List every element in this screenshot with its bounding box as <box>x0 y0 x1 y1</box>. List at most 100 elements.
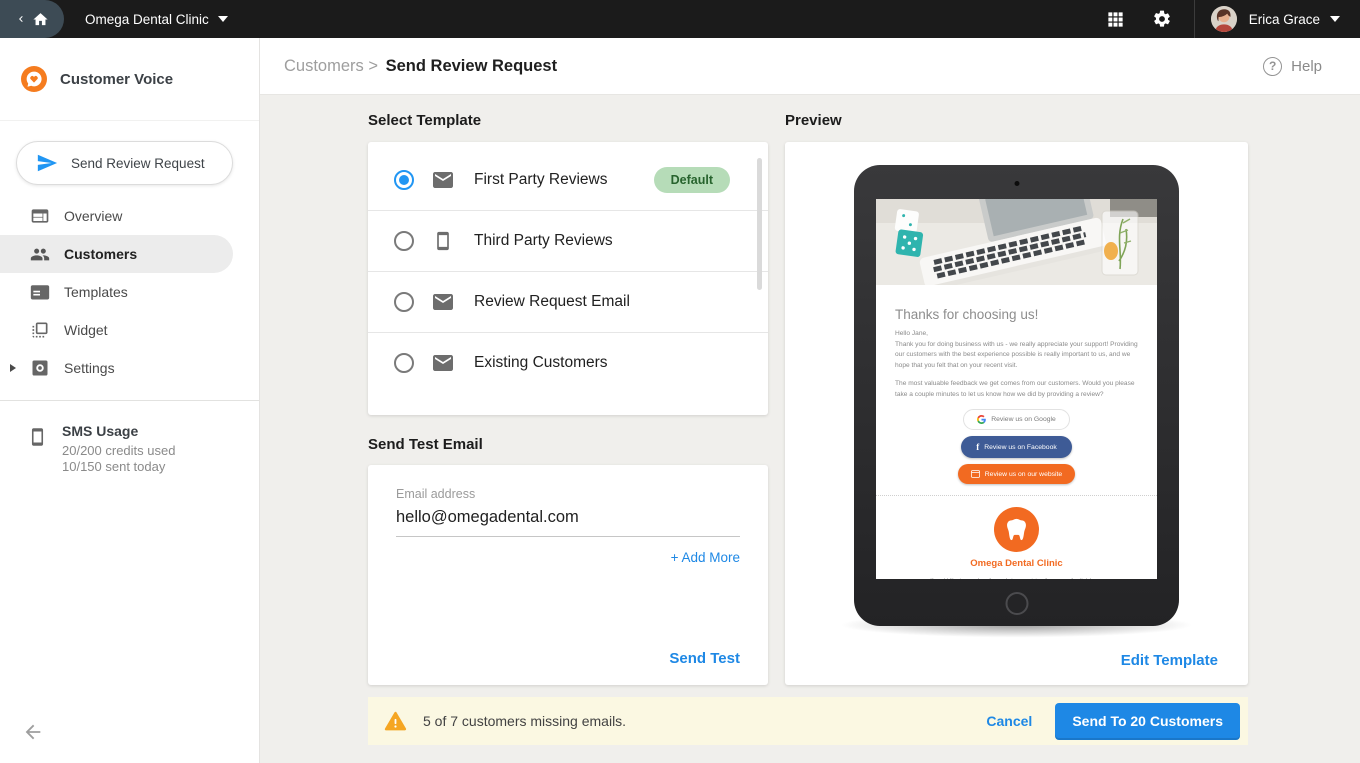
email-paragraph-1: Thank you for doing business with us - w… <box>895 340 1138 369</box>
preview-title: Preview <box>785 112 842 129</box>
send-test-email-title: Send Test Email <box>368 436 483 453</box>
home-icon <box>32 11 49 28</box>
sidebar-item-label: Overview <box>64 208 123 224</box>
collapse-sidebar-button[interactable] <box>22 721 44 748</box>
product-header: Customer Voice <box>0 38 259 121</box>
template-option-existing-customers[interactable]: Existing Customers <box>368 332 768 393</box>
sidebar-item-templates[interactable]: Templates <box>0 273 259 311</box>
home-button[interactable] <box>0 0 64 38</box>
default-badge: Default <box>653 166 730 193</box>
apps-grid-icon[interactable] <box>1106 10 1125 29</box>
facebook-icon: f <box>976 442 980 453</box>
review-google-button[interactable]: Review us on Google <box>963 409 1070 431</box>
tablet-home-button <box>1005 592 1028 615</box>
sidebar-item-overview[interactable]: Overview <box>0 197 259 235</box>
email-divider <box>876 495 1157 497</box>
top-bar: Omega Dental Clinic Erica Grace <box>0 0 1360 38</box>
sms-credits-used: 20/200 credits used <box>62 443 176 458</box>
warning-icon <box>383 710 408 733</box>
templates-icon <box>30 282 50 302</box>
sidebar-item-widget[interactable]: Widget <box>0 311 259 349</box>
review-website-button[interactable]: Review us on our website <box>957 464 1076 485</box>
test-email-input[interactable] <box>396 501 740 537</box>
cancel-button[interactable]: Cancel <box>986 713 1032 729</box>
browser-window-icon <box>970 470 980 479</box>
radio-selected[interactable] <box>394 169 414 190</box>
radio-unselected[interactable] <box>394 353 414 373</box>
send-test-button[interactable]: Send Test <box>669 650 740 667</box>
sidebar-item-customers[interactable]: Customers <box>0 235 233 273</box>
main-area: Customers > Send Review Request ? Help S… <box>260 38 1360 763</box>
chevron-down-icon <box>217 16 228 22</box>
product-name: Customer Voice <box>60 70 174 88</box>
email-preview-screen: Thanks for choosing us! Hello Jane, Than… <box>876 199 1157 579</box>
send-review-request-label: Send Review Request <box>71 155 205 171</box>
topbar-divider <box>1193 0 1195 38</box>
scrollbar-thumb[interactable] <box>757 158 762 290</box>
sidebar-menu: Overview Customers Templates Widget Sett… <box>0 197 259 387</box>
help-icon: ? <box>1263 56 1283 76</box>
review-facebook-button[interactable]: f Review us on Facebook <box>961 436 1072 459</box>
sidebar: Customer Voice Send Review Request Overv… <box>0 38 260 763</box>
breadcrumb-parent[interactable]: Customers <box>284 57 364 75</box>
radio-unselected[interactable] <box>394 292 414 312</box>
template-option-label: Third Party Reviews <box>474 232 613 249</box>
email-icon <box>431 290 455 314</box>
sidebar-item-settings[interactable]: Settings <box>0 349 259 387</box>
review-google-label: Review us on Google <box>991 416 1056 424</box>
send-icon <box>36 152 58 174</box>
expand-caret-icon[interactable] <box>10 364 16 372</box>
missing-emails-warning: 5 of 7 customers missing emails. <box>423 713 627 729</box>
email-hero-image <box>876 199 1157 292</box>
template-option-first-party[interactable]: First Party Reviews Default <box>368 149 768 210</box>
page-header: Customers > Send Review Request ? Help <box>260 38 1360 95</box>
footer-action-bar: 5 of 7 customers missing emails. Cancel … <box>368 697 1248 745</box>
send-review-request-button[interactable]: Send Review Request <box>16 141 233 185</box>
gear-icon[interactable] <box>1152 9 1172 29</box>
breadcrumb: Customers > Send Review Request <box>284 57 557 76</box>
template-option-review-request-email[interactable]: Review Request Email <box>368 271 768 332</box>
send-test-email-card: Email address + Add More Send Test <box>368 465 768 685</box>
radio-unselected[interactable] <box>394 231 414 251</box>
review-facebook-label: Review us on Facebook <box>984 443 1057 451</box>
sidebar-item-label: Widget <box>64 322 108 338</box>
help-label: Help <box>1291 57 1322 75</box>
add-more-link[interactable]: + Add More <box>396 550 740 565</box>
help-button[interactable]: ? Help <box>1263 56 1322 76</box>
email-unsubscribe-line[interactable]: If you'd like to unsubscribe and stop re… <box>930 578 1102 579</box>
tooth-logo-icon <box>994 507 1039 553</box>
email-brand-name: Omega Dental Clinic <box>970 558 1063 570</box>
preview-card: Thanks for choosing us! Hello Jane, Than… <box>785 142 1248 685</box>
select-template-title: Select Template <box>368 112 482 129</box>
email-icon <box>431 351 455 375</box>
chevron-left-icon <box>15 13 27 25</box>
email-greeting: Hello Jane, <box>895 330 928 337</box>
customers-icon <box>30 244 50 264</box>
email-paragraph-2: The most valuable feedback we get comes … <box>895 380 1135 398</box>
account-name: Omega Dental Clinic <box>85 11 209 27</box>
edit-template-link[interactable]: Edit Template <box>1121 652 1218 669</box>
page-title: Send Review Request <box>385 56 558 75</box>
template-option-third-party[interactable]: Third Party Reviews <box>368 210 768 271</box>
send-to-customers-button[interactable]: Send To 20 Customers <box>1055 702 1240 740</box>
sidebar-item-label: Templates <box>64 284 128 300</box>
tablet-camera <box>1014 181 1019 186</box>
template-option-label: Existing Customers <box>474 354 608 371</box>
template-option-label: Review Request Email <box>474 293 630 310</box>
account-switcher[interactable]: Omega Dental Clinic <box>85 12 228 27</box>
settings-icon <box>30 358 50 378</box>
widget-icon <box>30 320 50 340</box>
user-menu[interactable]: Erica Grace <box>1210 6 1340 32</box>
content: Select Template First Party Reviews Defa… <box>260 95 1360 763</box>
sms-usage-title: SMS Usage <box>62 423 139 439</box>
customer-voice-logo-icon <box>21 66 47 92</box>
sidebar-item-label: Customers <box>64 246 138 262</box>
template-option-label: First Party Reviews <box>474 170 608 188</box>
user-name: Erica Grace <box>1248 11 1320 27</box>
avatar <box>1210 6 1237 32</box>
email-field-label: Email address <box>396 487 476 501</box>
phone-icon <box>431 229 455 253</box>
sms-sent-today: 10/150 sent today <box>62 459 166 474</box>
sidebar-item-label: Settings <box>64 360 115 376</box>
tablet-mockup: Thanks for choosing us! Hello Jane, Than… <box>854 165 1179 626</box>
